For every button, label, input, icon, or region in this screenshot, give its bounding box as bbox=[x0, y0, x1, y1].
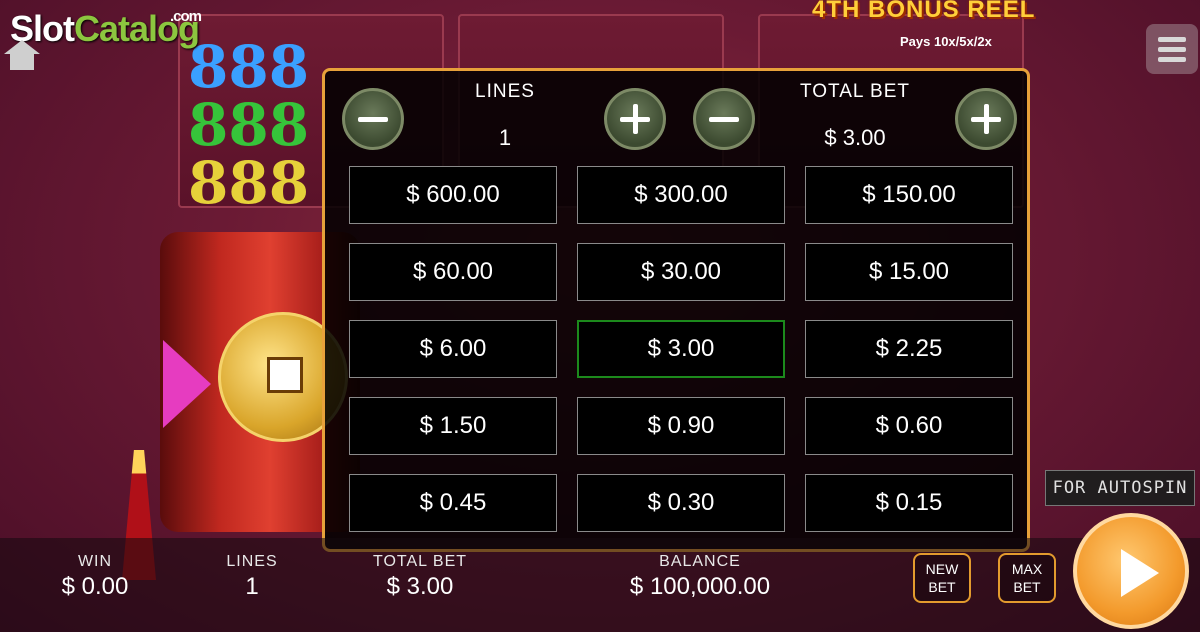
total-bet-value: $ 3.00 bbox=[386, 573, 454, 600]
total-bet-value: $ 3.00 bbox=[824, 125, 886, 150]
bet-option-button[interactable]: $ 3.00 bbox=[577, 320, 785, 378]
yellow-dragon-symbols: 888 bbox=[188, 149, 310, 217]
lines-value: 1 bbox=[498, 125, 512, 150]
bet-option-button[interactable]: $ 1.50 bbox=[349, 397, 557, 455]
win-display: WIN $ 0.00 bbox=[40, 553, 150, 601]
max-bet-button[interactable]: MAX BET bbox=[998, 553, 1056, 603]
minus-icon bbox=[358, 117, 388, 122]
lines-decrease-button[interactable] bbox=[342, 88, 404, 150]
play-icon bbox=[1121, 549, 1159, 597]
minus-icon bbox=[709, 117, 739, 122]
lines-display: LINES 1 bbox=[200, 553, 304, 601]
new-bet-button[interactable]: NEW BET bbox=[913, 553, 971, 603]
spin-button[interactable] bbox=[1073, 513, 1189, 629]
bet-option-button[interactable]: $ 0.45 bbox=[349, 474, 557, 532]
bet-option-button[interactable]: $ 0.15 bbox=[805, 474, 1013, 532]
bet-option-button[interactable]: $ 0.90 bbox=[577, 397, 785, 455]
bet-option-button[interactable]: $ 0.60 bbox=[805, 397, 1013, 455]
bet-option-button[interactable]: $ 60.00 bbox=[349, 243, 557, 301]
bet-option-button[interactable]: $ 30.00 bbox=[577, 243, 785, 301]
lines-label: LINES bbox=[475, 81, 535, 102]
total-bet-label: TOTAL BET bbox=[372, 553, 468, 570]
bet-option-button[interactable]: $ 15.00 bbox=[805, 243, 1013, 301]
bet-option-button[interactable]: $ 6.00 bbox=[349, 320, 557, 378]
balance-display: BALANCE $ 100,000.00 bbox=[610, 553, 790, 601]
total-bet-label: TOTAL BET bbox=[799, 81, 910, 102]
win-label: WIN bbox=[77, 553, 113, 570]
home-icon[interactable] bbox=[0, 40, 44, 74]
total-bet-decrease-button[interactable] bbox=[693, 88, 755, 150]
lines-increase-button[interactable] bbox=[604, 88, 666, 150]
blue-dragon-symbols: 888 bbox=[188, 33, 310, 101]
bet-selection-panel: LINES 1 TOTAL BET $ 3.00 $ 600.00 $ 300.0… bbox=[322, 68, 1030, 552]
menu-icon bbox=[1158, 37, 1186, 42]
bonus-reel-title: 4TH BONUS REEL bbox=[812, 0, 1036, 23]
bet-option-button[interactable]: $ 0.30 bbox=[577, 474, 785, 532]
green-dragon-symbols: 888 bbox=[188, 91, 310, 159]
menu-button[interactable] bbox=[1146, 24, 1198, 74]
balance-label: BALANCE bbox=[659, 553, 741, 570]
total-bet-display: TOTAL BET $ 3.00 bbox=[350, 553, 490, 601]
win-value: $ 0.00 bbox=[61, 573, 129, 600]
bet-option-button[interactable]: $ 600.00 bbox=[349, 166, 557, 224]
balance-value: $ 100,000.00 bbox=[629, 573, 771, 600]
autospin-tooltip: FOR AUTOSPIN bbox=[1045, 470, 1195, 506]
bet-option-button[interactable]: $ 2.25 bbox=[805, 320, 1013, 378]
bonus-pays-text: Pays 10x/5x/2x bbox=[900, 34, 992, 49]
lines-value: 1 bbox=[245, 573, 259, 600]
bet-option-button[interactable]: $ 300.00 bbox=[577, 166, 785, 224]
total-bet-increase-button[interactable] bbox=[955, 88, 1017, 150]
bet-option-button[interactable]: $ 150.00 bbox=[805, 166, 1013, 224]
lines-label: LINES bbox=[226, 553, 278, 570]
